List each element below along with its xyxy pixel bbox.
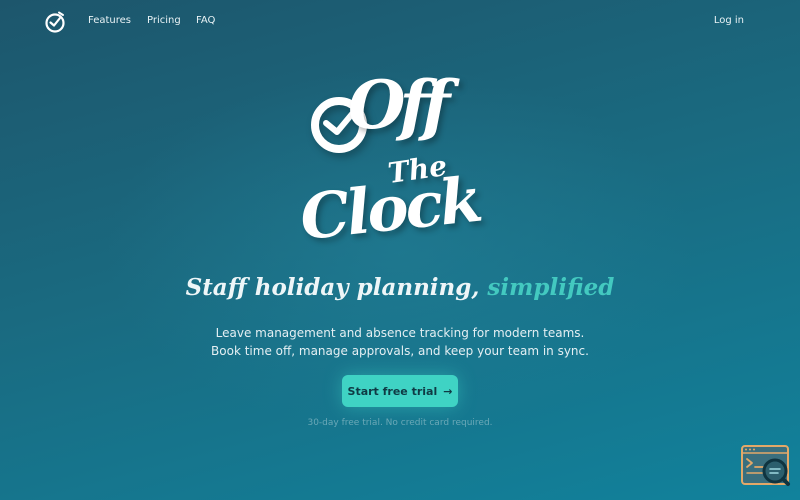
terminal-search-icon[interactable] [741,445,791,487]
clock-check-icon[interactable] [44,10,66,34]
hero-subtext-line-2: Book time off, manage approvals, and kee… [211,344,589,358]
nav-faq-link[interactable]: FAQ [196,15,215,26]
nav-pricing-link[interactable]: Pricing [147,15,181,26]
trial-note: 30-day free trial. No credit card requir… [307,418,493,428]
hero-subtext-line-1: Leave management and absence tracking fo… [215,326,585,340]
cta-label: Start free trial [347,384,438,398]
start-free-trial-button[interactable]: Start free trial → [342,375,458,407]
login-link[interactable]: Log in [714,15,744,26]
arrow-right-icon: → [443,384,453,398]
logo-word-off: Off [348,66,450,144]
hero-headline: Staff holiday planning, simplified [0,274,800,301]
headline-accent: simplified [487,274,615,301]
nav-features-link[interactable]: Features [88,15,131,26]
off-the-clock-logo: Off The Clock [296,66,506,266]
top-nav: Features Pricing FAQ Log in [0,0,800,44]
logo-word-clock: Clock [296,162,484,255]
headline-main: Staff holiday planning, [185,274,480,301]
